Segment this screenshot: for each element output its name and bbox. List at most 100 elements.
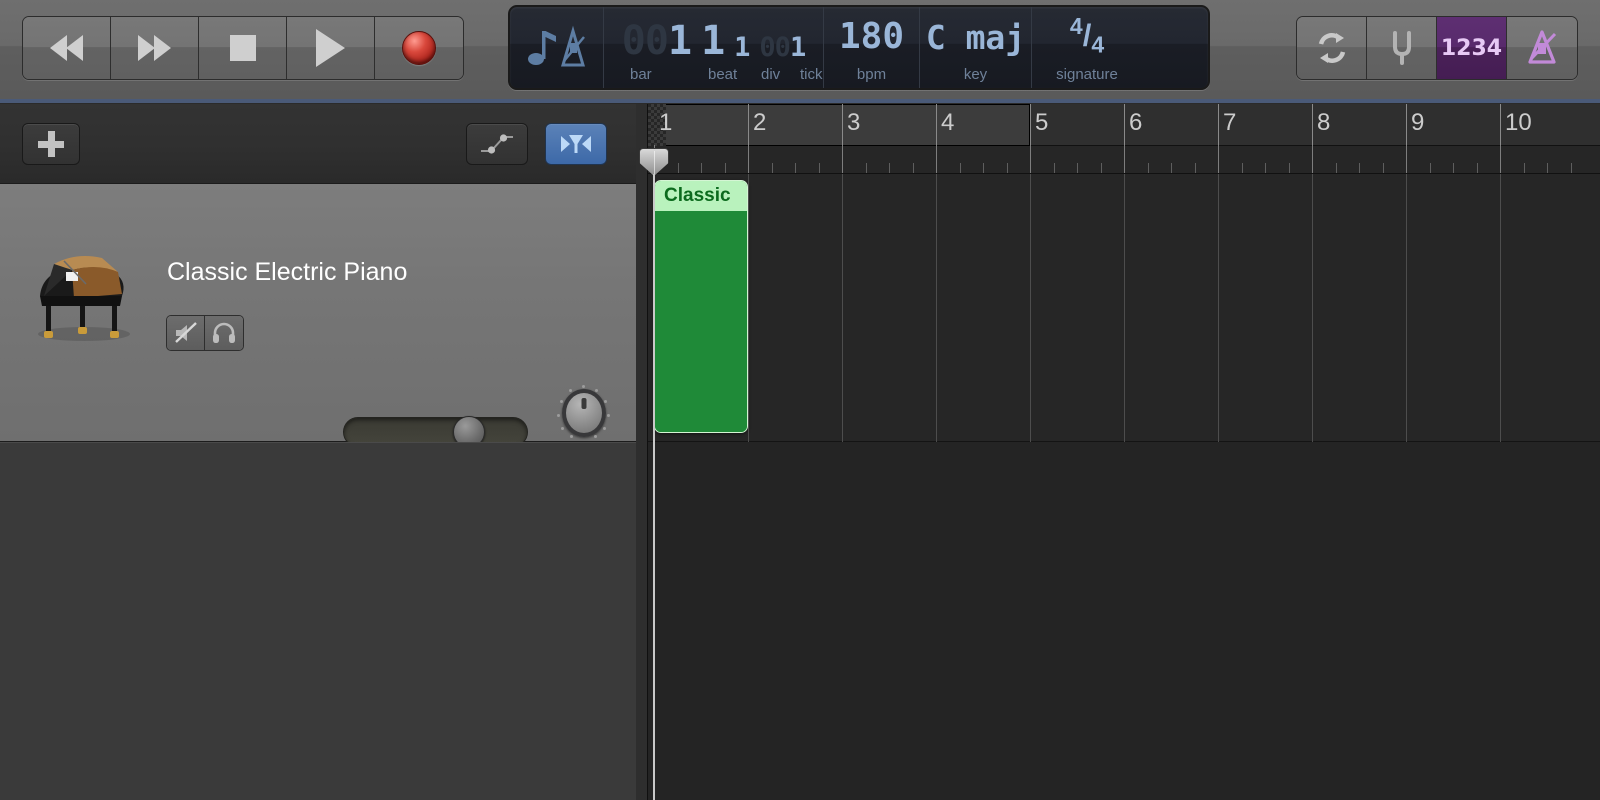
lcd-tempo-display[interactable]: 180 bpm	[824, 7, 920, 88]
track-row[interactable]: Classic Electric Piano	[0, 184, 648, 442]
subruler-beat-tick	[701, 163, 702, 173]
rewind-button[interactable]	[23, 17, 111, 79]
subruler-beat-tick	[1429, 163, 1431, 173]
lcd-display[interactable]: 00 1 1 1 00 1 bar beat div tick 180 bpm	[508, 5, 1210, 90]
subruler-bar-tick	[1124, 145, 1125, 173]
rewind-icon	[50, 35, 83, 61]
subruler-bar-tick	[1312, 145, 1313, 173]
tick-lead-zeros: 00	[759, 32, 791, 63]
track-button-group	[166, 315, 244, 351]
subruler-beat-tick	[1453, 163, 1454, 173]
automation-curve-icon	[481, 134, 513, 154]
signature-numerator: 4	[1069, 13, 1083, 39]
empty-lane[interactable]	[648, 443, 1600, 800]
subruler-beat-tick	[865, 163, 867, 173]
lcd-mode-selector[interactable]	[510, 7, 604, 88]
pan-knob-pointer	[581, 398, 587, 409]
beat-value: 1	[701, 18, 725, 64]
play-icon	[316, 29, 345, 67]
mute-speaker-icon	[174, 322, 197, 343]
signature-value: 4/4	[1069, 13, 1105, 58]
workspace: Classic Electric Piano 1 2 3 4 5 6 7 8 9…	[0, 104, 1600, 800]
subruler-bar-tick	[748, 145, 749, 173]
div-label: div	[761, 66, 781, 83]
region-header: Classic	[655, 181, 747, 211]
grid-bar-line	[1218, 174, 1219, 442]
div-value: 1	[734, 32, 750, 63]
subruler-beat-tick	[959, 163, 961, 173]
subruler-beat-tick	[912, 163, 914, 173]
headphones-icon	[213, 322, 235, 343]
grid-bar-line	[1030, 174, 1031, 442]
tick-value: 1	[789, 32, 806, 63]
ruler-bar-number: 4	[941, 109, 955, 136]
region-title: Classic	[664, 185, 731, 206]
subruler-beat-tick	[1241, 163, 1243, 173]
lcd-position-display[interactable]: 00 1 1 1 00 1 bar beat div tick	[604, 7, 824, 88]
key-value: C maj	[925, 18, 1026, 57]
ruler-tick	[936, 104, 937, 146]
subruler-beat-tick	[1523, 163, 1525, 173]
cycle-button[interactable]	[1297, 17, 1367, 79]
main-toolbar: 00 1 1 1 00 1 bar beat div tick 180 bpm	[0, 0, 1600, 103]
subruler-beat-tick	[1570, 163, 1572, 173]
ruler-bar-number: 3	[847, 109, 861, 136]
track-list-header	[0, 104, 648, 184]
bar-lead-zeros: 00	[621, 18, 669, 64]
metronome-button[interactable]	[1507, 17, 1577, 79]
timeline-ruler[interactable]: 1 2 3 4 5 6 7 8 9 10	[648, 104, 1600, 146]
ruler-bar-number: 8	[1317, 109, 1331, 136]
monitor-button[interactable]	[205, 316, 243, 350]
timeline-grid: Classic	[648, 174, 1600, 800]
ruler-tick	[842, 104, 843, 146]
smart-controls-button[interactable]	[545, 123, 607, 165]
signature-label: signature	[1056, 66, 1118, 83]
cycle-icon	[1318, 33, 1345, 63]
track-name-label: Classic Electric Piano	[167, 258, 408, 286]
ruler-tick	[1030, 104, 1031, 146]
fast-forward-button[interactable]	[111, 17, 199, 79]
tuner-button[interactable]	[1367, 17, 1437, 79]
audio-region[interactable]: Classic	[654, 180, 748, 433]
subruler-beat-tick	[1006, 163, 1008, 173]
stop-icon	[229, 35, 256, 61]
lcd-signature-display[interactable]: 4/4 signature	[1032, 7, 1142, 88]
subruler-beat-tick	[818, 163, 820, 173]
grid-bar-line	[842, 174, 843, 442]
subruler-beat-tick	[983, 163, 984, 173]
subruler-bar-tick	[936, 145, 937, 173]
subruler-beat-tick	[1265, 163, 1266, 173]
record-icon	[402, 31, 436, 65]
transport-controls	[22, 16, 464, 80]
subruler-beat-tick	[1100, 163, 1102, 173]
subruler-beat-tick	[889, 163, 890, 173]
subruler-beat-tick	[1335, 163, 1337, 173]
tuning-fork-icon	[1392, 31, 1411, 65]
add-track-button[interactable]	[22, 123, 80, 165]
count-in-button[interactable]: 1234	[1437, 17, 1507, 79]
record-button[interactable]	[375, 17, 463, 79]
subruler-beat-tick	[1171, 163, 1172, 173]
smart-controls-icon	[561, 135, 591, 153]
ruler-bar-number: 2	[753, 109, 767, 136]
fast-forward-icon	[138, 35, 171, 61]
toolbar-right-buttons: 1234	[1296, 16, 1578, 80]
timeline-subruler[interactable]	[648, 145, 1600, 174]
pan-knob[interactable]	[562, 389, 606, 437]
ruler-bar-number: 6	[1129, 109, 1143, 136]
ruler-tick	[1312, 104, 1313, 146]
empty-track-area[interactable]	[0, 442, 648, 800]
stop-button[interactable]	[199, 17, 287, 79]
ruler-bar-number: 7	[1223, 109, 1237, 136]
subruler-beat-tick	[771, 163, 773, 173]
mute-button[interactable]	[167, 316, 205, 350]
play-button[interactable]	[287, 17, 375, 79]
timeline-gutter	[636, 104, 648, 800]
automation-button[interactable]	[466, 123, 528, 165]
subruler-beat-tick	[1053, 163, 1055, 173]
bar-label: bar	[630, 66, 652, 83]
lcd-key-display[interactable]: C maj key	[920, 7, 1032, 88]
tempo-value: 180	[838, 16, 905, 57]
ruler-tick	[748, 104, 749, 146]
ruler-tick	[1218, 104, 1219, 146]
